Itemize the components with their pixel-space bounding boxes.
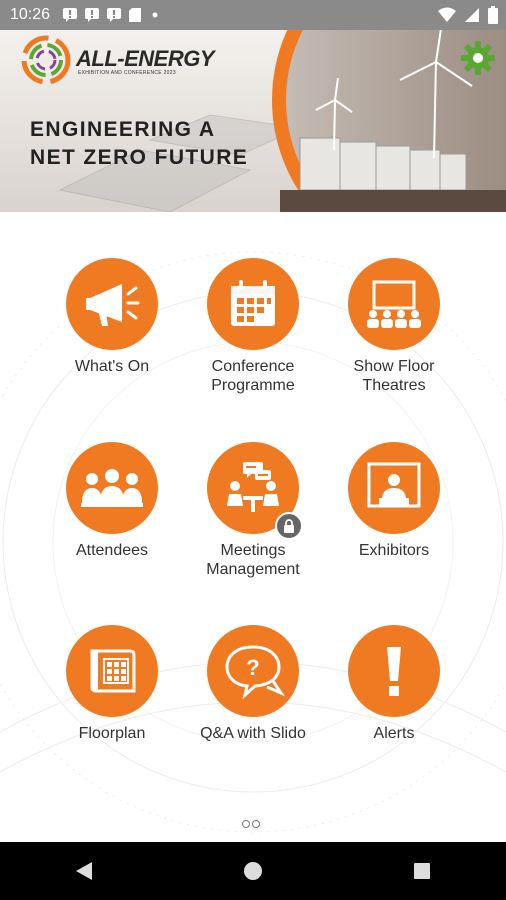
- main-menu: What's On Conference Programme Show Floo…: [0, 212, 506, 842]
- menu-item-label: Meetings Management: [206, 542, 300, 578]
- svg-text:?: ?: [246, 655, 259, 680]
- page-dot-active[interactable]: [242, 820, 250, 828]
- menu-icon-circle: [348, 625, 440, 717]
- status-bar: 10:26: [0, 0, 506, 30]
- menu-icon-circle: [348, 442, 440, 534]
- menu-item-floorplan[interactable]: Floorplan: [42, 625, 182, 743]
- question-bubble-icon: ?: [225, 645, 285, 700]
- home-icon: [243, 862, 262, 880]
- system-nav-bar: [0, 842, 506, 900]
- alert-icon: [387, 647, 401, 696]
- menu-item-label: Exhibitors: [358, 542, 430, 559]
- meeting-icon: [227, 462, 279, 512]
- menu-item-exhibitors[interactable]: Exhibitors: [324, 442, 464, 560]
- menu-item-conference-programme[interactable]: Conference Programme: [183, 258, 323, 395]
- menu-item-label: Attendees: [75, 542, 149, 559]
- menu-icon-circle: [66, 625, 158, 717]
- dot-icon: [152, 12, 158, 18]
- menu-icon-circle: [207, 258, 299, 350]
- brand-name: ALL-ENERGY: [76, 46, 215, 71]
- menu-item-label: Floorplan: [78, 725, 146, 742]
- menu-item-meetings-management[interactable]: Meetings Management: [183, 442, 323, 579]
- recents-button[interactable]: [392, 851, 452, 891]
- menu-item-qa-slido[interactable]: ? Q&A with Slido: [183, 625, 323, 743]
- menu-item-label: Alerts: [373, 725, 415, 742]
- header-banner: ALL-ENERGY EXHIBITION AND CONFERENCE 202…: [0, 30, 506, 212]
- brand-subtitle: EXHIBITION AND CONFERENCE 2023: [78, 70, 176, 76]
- calendar-icon: [231, 280, 275, 326]
- menu-item-alerts[interactable]: Alerts: [324, 625, 464, 743]
- home-button[interactable]: [223, 851, 283, 891]
- menu-item-label: Show Floor Theatres: [353, 358, 435, 394]
- recents-icon: [413, 863, 430, 879]
- gear-icon[interactable]: [460, 40, 496, 76]
- page-indicator: [242, 820, 260, 828]
- page-dot[interactable]: [252, 820, 260, 828]
- sd-card-icon: [129, 8, 142, 22]
- notification-icon: [85, 8, 100, 22]
- menu-icon-circle: [66, 442, 158, 534]
- presentation-icon: [367, 280, 421, 328]
- exhibitor-icon: [367, 462, 421, 508]
- page-title: ENGINEERING A NET ZERO FUTURE: [30, 116, 248, 172]
- notification-icon: [63, 8, 78, 22]
- notification-icon: [107, 8, 122, 22]
- menu-item-label: Q&A with Slido: [200, 725, 306, 742]
- menu-icon-circle: [207, 442, 303, 540]
- megaphone-icon: [86, 284, 140, 326]
- title-line-1: ENGINEERING A: [30, 118, 216, 141]
- menu-item-attendees[interactable]: Attendees: [42, 442, 182, 560]
- back-icon: [76, 862, 93, 880]
- people-icon: [81, 469, 143, 507]
- floorplan-icon: [90, 649, 136, 693]
- back-button[interactable]: [54, 851, 114, 891]
- signal-icon: [465, 8, 479, 22]
- lock-icon: [275, 512, 303, 540]
- title-line-2: NET ZERO FUTURE: [30, 146, 249, 169]
- status-time: 10:26: [10, 6, 51, 23]
- menu-item-whats-on[interactable]: What's On: [42, 258, 182, 376]
- battery-icon: [488, 6, 498, 24]
- menu-icon-circle: [348, 258, 440, 350]
- all-energy-logo: [21, 35, 71, 85]
- menu-icon-circle: [66, 258, 158, 350]
- menu-icon-circle: ?: [207, 625, 299, 717]
- menu-item-label: Conference Programme: [211, 358, 295, 394]
- menu-item-show-floor-theatres[interactable]: Show Floor Theatres: [324, 258, 464, 395]
- menu-item-label: What's On: [74, 358, 150, 375]
- wifi-icon: [438, 7, 456, 22]
